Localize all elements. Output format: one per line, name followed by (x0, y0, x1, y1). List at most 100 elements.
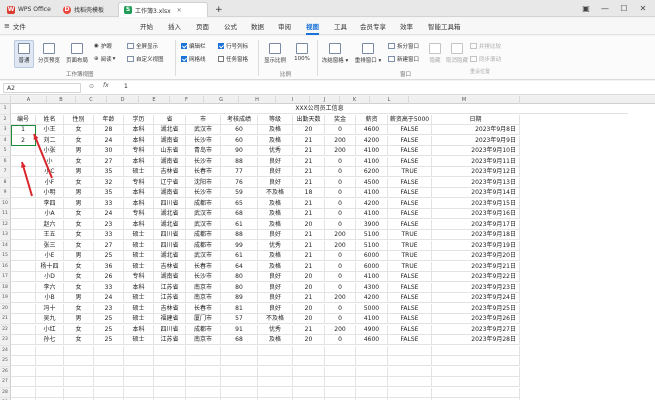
column-header-g[interactable]: G (204, 96, 239, 104)
empty-cell[interactable] (356, 356, 388, 366)
menu-item-tools[interactable]: 工具 (334, 21, 347, 31)
table-cell[interactable]: 李六 (36, 282, 64, 293)
row-header[interactable]: 11 (0, 209, 11, 220)
split-window-button[interactable]: 拆分窗口 (388, 42, 419, 50)
row-header[interactable]: 27 (0, 377, 11, 388)
table-cell[interactable]: 21 (293, 177, 325, 188)
table-cell[interactable]: 女 (64, 282, 94, 293)
id-cell[interactable]: 2 (11, 135, 36, 146)
empty-cell[interactable] (64, 377, 94, 387)
table-cell[interactable]: 4200 (356, 135, 388, 146)
table-cell[interactable]: 本科 (124, 324, 154, 335)
table-cell[interactable]: 长沙市 (186, 156, 221, 167)
table-cell[interactable]: 68 (221, 209, 258, 219)
id-cell[interactable] (11, 219, 36, 230)
empty-cell[interactable] (36, 345, 64, 356)
table-cell[interactable]: 200 (325, 146, 356, 156)
table-cell[interactable]: 61 (221, 251, 258, 261)
table-cell[interactable]: 20 (293, 303, 325, 314)
table-cell[interactable]: 刘二 (36, 135, 64, 146)
table-cell[interactable]: 0 (325, 198, 356, 209)
empty-cell[interactable] (186, 356, 221, 366)
table-cell[interactable]: 男 (64, 146, 94, 156)
empty-cell[interactable] (293, 366, 325, 377)
empty-cell[interactable] (94, 345, 124, 356)
table-cell[interactable]: 长春市 (186, 303, 221, 314)
table-cell[interactable]: 20 (293, 125, 325, 135)
table-cell[interactable]: 小张 (36, 146, 64, 156)
header-cell[interactable]: 学历 (124, 114, 154, 125)
table-cell[interactable]: 良好 (258, 156, 293, 167)
table-cell[interactable]: 及格 (258, 209, 293, 219)
empty-cell[interactable] (258, 366, 293, 377)
table-cell[interactable]: 76 (221, 177, 258, 188)
empty-cell[interactable] (36, 387, 64, 398)
custom-view-button[interactable]: 自定义视图 (127, 55, 164, 63)
table-cell[interactable]: FALSE (388, 303, 432, 314)
empty-cell[interactable] (388, 387, 432, 398)
row-header[interactable]: 16 (0, 261, 11, 272)
table-cell[interactable]: 80 (221, 282, 258, 293)
id-cell[interactable] (11, 230, 36, 240)
table-cell[interactable]: 21 (293, 209, 325, 219)
row-header[interactable]: 3 (0, 125, 11, 136)
table-cell[interactable]: 湖北省 (154, 219, 186, 230)
table-cell[interactable]: 4900 (356, 324, 388, 335)
id-cell[interactable]: 1 (11, 125, 36, 135)
table-cell[interactable]: FALSE (388, 314, 432, 324)
empty-cell[interactable] (36, 377, 64, 387)
id-cell[interactable] (11, 261, 36, 272)
table-cell[interactable]: 26 (94, 272, 124, 282)
empty-cell[interactable] (388, 356, 432, 366)
table-cell[interactable]: 21 (293, 261, 325, 272)
table-cell[interactable]: 女 (64, 135, 94, 146)
empty-cell[interactable] (124, 387, 154, 398)
unhide-window-button[interactable]: 取消隐藏 (446, 40, 468, 68)
table-cell[interactable]: 3900 (356, 219, 388, 230)
empty-cell[interactable] (432, 387, 520, 398)
empty-cell[interactable] (293, 387, 325, 398)
table-cell[interactable]: 36 (94, 261, 124, 272)
table-cell[interactable]: 江苏省 (154, 335, 186, 345)
empty-cell[interactable] (356, 345, 388, 356)
table-cell[interactable]: 青岛市 (186, 146, 221, 156)
table-cell[interactable]: 25 (94, 251, 124, 261)
empty-cell[interactable] (221, 377, 258, 387)
table-cell[interactable]: 35 (94, 188, 124, 198)
column-header-a[interactable]: A (11, 96, 47, 104)
table-cell[interactable]: 小 (36, 156, 64, 167)
table-cell[interactable]: 湖南省 (154, 156, 186, 167)
table-cell[interactable]: 优秀 (258, 324, 293, 335)
table-cell[interactable]: FALSE (388, 125, 432, 135)
table-cell[interactable]: 小D (36, 272, 64, 282)
empty-cell[interactable] (388, 366, 432, 377)
column-header-i[interactable]: I (276, 96, 310, 104)
zoom-formula-icon[interactable]: ⊙ (89, 83, 94, 90)
table-cell[interactable]: FALSE (388, 146, 432, 156)
table-cell[interactable]: 小A (36, 209, 64, 219)
table-cell[interactable]: 4200 (356, 293, 388, 303)
table-cell[interactable]: 4600 (356, 125, 388, 135)
table-cell[interactable]: 四川省 (154, 198, 186, 209)
header-cell[interactable]: 省 (154, 114, 186, 125)
row-header[interactable]: 12 (0, 219, 11, 230)
table-cell[interactable]: 0 (325, 209, 356, 219)
table-cell[interactable]: 王五 (36, 230, 64, 240)
table-cell[interactable]: 4500 (356, 177, 388, 188)
table-cell[interactable]: 21 (293, 146, 325, 156)
id-cell[interactable] (11, 335, 36, 345)
empty-cell[interactable] (94, 366, 124, 377)
empty-cell[interactable] (154, 356, 186, 366)
empty-cell[interactable] (11, 387, 36, 398)
table-cell[interactable]: 女 (64, 177, 94, 188)
table-cell[interactable]: 21 (293, 251, 325, 261)
table-cell[interactable]: 5100 (356, 240, 388, 251)
table-cell[interactable]: 武汉市 (186, 125, 221, 135)
table-cell[interactable]: 吴九 (36, 314, 64, 324)
table-cell[interactable]: 25 (94, 324, 124, 335)
empty-cell[interactable] (221, 387, 258, 398)
edit-bar-checkbox[interactable]: 编辑栏 (181, 42, 206, 50)
id-cell[interactable] (11, 272, 36, 282)
table-cell[interactable]: 25 (94, 314, 124, 324)
table-cell[interactable]: 89 (221, 293, 258, 303)
